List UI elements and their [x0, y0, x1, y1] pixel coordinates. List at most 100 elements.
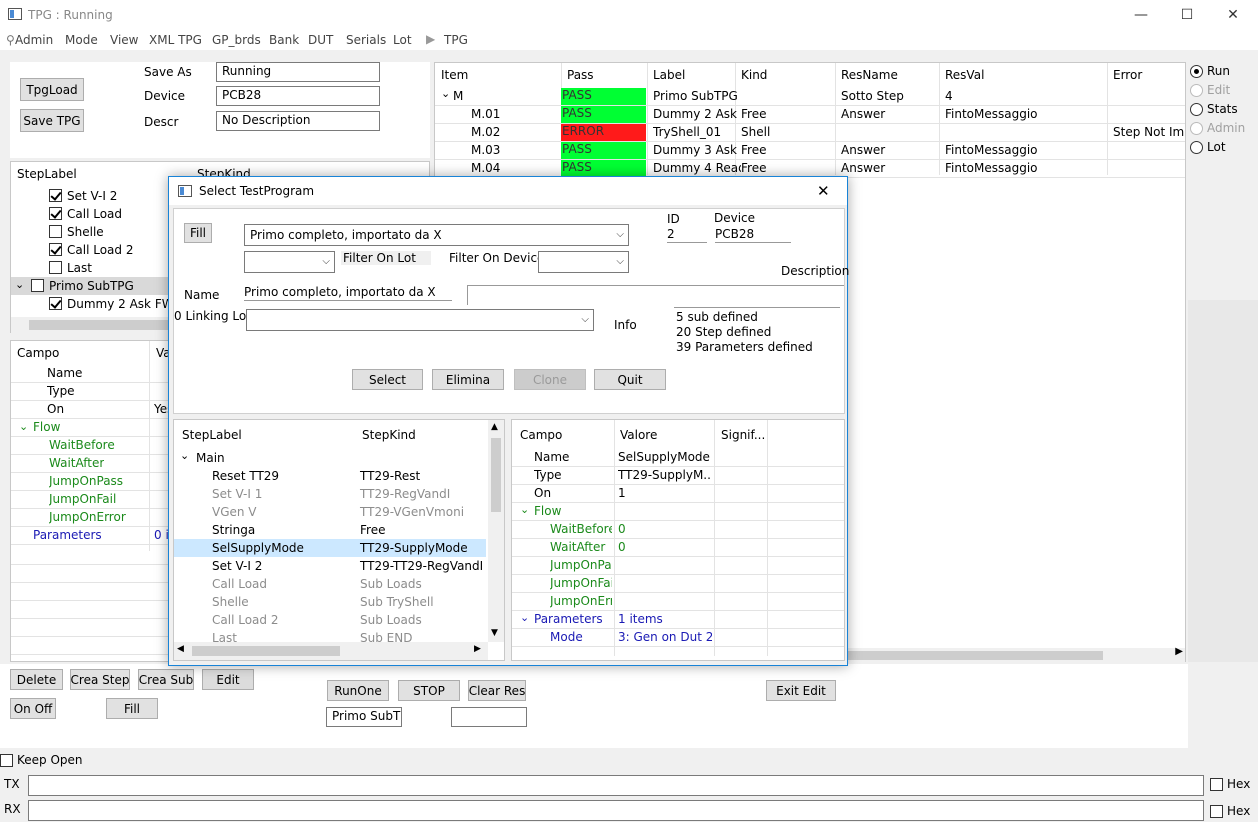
- step-checkbox[interactable]: [49, 297, 62, 310]
- lot-filter-combo[interactable]: ⌵: [244, 251, 335, 273]
- linking-lot-combo[interactable]: ⌵: [246, 309, 594, 331]
- tree-vscroll[interactable]: ▲ ▼: [488, 420, 504, 642]
- dialog-tree-item[interactable]: Last Sub END: [174, 629, 486, 647]
- chevron-down-icon[interactable]: ⌄: [19, 420, 28, 433]
- tx-field[interactable]: [28, 775, 1204, 796]
- elimina-button[interactable]: Elimina: [432, 369, 504, 390]
- dialog-prop-value[interactable]: TT29-SupplyM...: [618, 468, 712, 482]
- clone-button[interactable]: Clone: [514, 369, 586, 390]
- edit-button[interactable]: Edit: [202, 669, 254, 690]
- dialog-tree-item[interactable]: Reset TT29 TT29-Rest: [174, 467, 486, 485]
- radio-button[interactable]: [1190, 103, 1203, 116]
- menu-bank[interactable]: Bank: [269, 33, 299, 47]
- results-column-header[interactable]: Item: [441, 68, 468, 82]
- tx-hex-checkbox[interactable]: [1210, 778, 1223, 791]
- crea-sub-button[interactable]: Crea Sub: [138, 669, 194, 690]
- chevron-down-icon[interactable]: ⌄: [520, 611, 529, 624]
- menu-admin[interactable]: Admin: [15, 33, 53, 47]
- menu-xml-tpg[interactable]: XML TPG: [149, 33, 202, 47]
- scroll-up-icon[interactable]: ▲: [491, 422, 498, 432]
- mode-radio-lot[interactable]: Lot: [1190, 140, 1226, 154]
- step-checkbox[interactable]: [49, 243, 62, 256]
- mode-radio-stats[interactable]: Stats: [1190, 102, 1238, 116]
- maximize-button[interactable]: ☐: [1164, 0, 1210, 30]
- menu-tpg[interactable]: TPG: [444, 33, 468, 47]
- dialog-prop-value[interactable]: SelSupplyMode: [618, 450, 712, 464]
- dialog-prop-value[interactable]: 0: [618, 540, 712, 554]
- menu-gp-brds[interactable]: GP_brds: [212, 33, 261, 47]
- radio-button[interactable]: [1190, 122, 1203, 135]
- dialog-tree-item[interactable]: VGen V TT29-VGenVmoni: [174, 503, 486, 521]
- dialog-tree-item[interactable]: Set V-I 1 TT29-RegVandI: [174, 485, 486, 503]
- rx-hex-checkbox[interactable]: [1210, 805, 1223, 818]
- radio-button[interactable]: [1190, 65, 1203, 78]
- quit-button[interactable]: Quit: [594, 369, 666, 390]
- step-checkbox[interactable]: [49, 189, 62, 202]
- sub-name-field[interactable]: Primo SubTPG: [326, 707, 402, 727]
- dialog-tree-item[interactable]: Call Load Sub Loads: [174, 575, 486, 593]
- step-checkbox[interactable]: [49, 207, 62, 220]
- tx-hex-check[interactable]: Hex: [1210, 777, 1250, 791]
- scroll-right-icon[interactable]: ▶: [1175, 646, 1183, 657]
- chevron-down-icon[interactable]: ⌄: [441, 87, 450, 100]
- results-column-header[interactable]: ResVal: [945, 68, 984, 82]
- delete-button[interactable]: Delete: [10, 669, 63, 690]
- scrollbar-thumb[interactable]: [29, 320, 169, 330]
- tree-hscroll-thumb[interactable]: [192, 646, 340, 656]
- minimize-button[interactable]: —: [1118, 0, 1164, 30]
- menu-mode[interactable]: Mode: [65, 33, 98, 47]
- dialog-prop-value[interactable]: 3: Gen on Dut 2...: [618, 630, 712, 644]
- crea-step-button[interactable]: Crea Step: [70, 669, 130, 690]
- on-off-button[interactable]: On Off: [10, 698, 56, 719]
- results-column-header[interactable]: Pass: [567, 68, 594, 82]
- description-field[interactable]: [467, 285, 844, 305]
- exit-edit-button[interactable]: Exit Edit: [766, 680, 836, 701]
- menu-view[interactable]: View: [110, 33, 138, 47]
- device-filter-combo[interactable]: ⌵: [538, 251, 629, 273]
- save-tpg-button[interactable]: Save TPG: [20, 109, 84, 132]
- select-button[interactable]: Select: [352, 369, 423, 390]
- step-checkbox[interactable]: [49, 225, 62, 238]
- program-combo[interactable]: Primo completo, importato da X ⌵: [244, 224, 629, 246]
- close-button[interactable]: ✕: [1210, 0, 1256, 30]
- chevron-down-icon[interactable]: ⌄: [15, 278, 24, 291]
- mode-radio-run[interactable]: Run: [1190, 64, 1230, 78]
- dialog-tree-item[interactable]: ⌄ Main: [174, 449, 486, 467]
- results-column-header[interactable]: Label: [653, 68, 685, 82]
- descr-field[interactable]: No Description: [216, 111, 380, 131]
- device-field[interactable]: PCB28: [216, 86, 380, 106]
- save-as-field[interactable]: Running: [216, 62, 380, 82]
- radio-button[interactable]: [1190, 141, 1203, 154]
- stop-button[interactable]: STOP: [398, 680, 460, 701]
- dialog-tree-item[interactable]: Stringa Free: [174, 521, 486, 539]
- results-column-header[interactable]: Error: [1113, 68, 1142, 82]
- dialog-prop-value[interactable]: 1 items: [618, 612, 712, 626]
- clear-res-button[interactable]: Clear Res: [468, 680, 526, 701]
- mode-radio-edit[interactable]: Edit: [1190, 83, 1230, 97]
- step-checkbox[interactable]: [31, 279, 44, 292]
- results-column-header[interactable]: Kind: [741, 68, 767, 82]
- menu-lot[interactable]: Lot: [393, 33, 412, 47]
- tree-vscroll-thumb[interactable]: [491, 438, 501, 512]
- rx-field[interactable]: [28, 800, 1204, 821]
- tpgload-button[interactable]: TpgLoad: [20, 78, 84, 101]
- mode-radio-admin[interactable]: Admin: [1190, 121, 1245, 135]
- chevron-down-icon[interactable]: ⌄: [180, 449, 189, 462]
- step-checkbox[interactable]: [49, 261, 62, 274]
- dialog-tree-item[interactable]: Shelle Sub TryShell: [174, 593, 486, 611]
- menu-dut[interactable]: DUT: [308, 33, 333, 47]
- radio-button[interactable]: [1190, 84, 1203, 97]
- name-field[interactable]: Primo completo, importato da X: [244, 285, 452, 301]
- chevron-down-icon[interactable]: ⌄: [520, 503, 529, 516]
- scroll-down-icon[interactable]: ▼: [491, 628, 498, 638]
- keep-open-checkbox[interactable]: [0, 754, 13, 767]
- rx-hex-check[interactable]: Hex: [1210, 804, 1250, 818]
- keep-open-check[interactable]: Keep Open: [0, 753, 83, 767]
- empty-field[interactable]: [451, 707, 527, 727]
- dialog-tree-item[interactable]: Set V-I 2 TT29-TT29-RegVandI: [174, 557, 486, 575]
- fill-button[interactable]: Fill: [106, 698, 158, 719]
- run-one-button[interactable]: RunOne: [327, 680, 389, 701]
- dialog-tree-item[interactable]: SelSupplyMode TT29-SupplyMode: [174, 539, 486, 557]
- results-column-header[interactable]: ResName: [841, 68, 898, 82]
- dialog-close-button[interactable]: ✕: [817, 182, 830, 200]
